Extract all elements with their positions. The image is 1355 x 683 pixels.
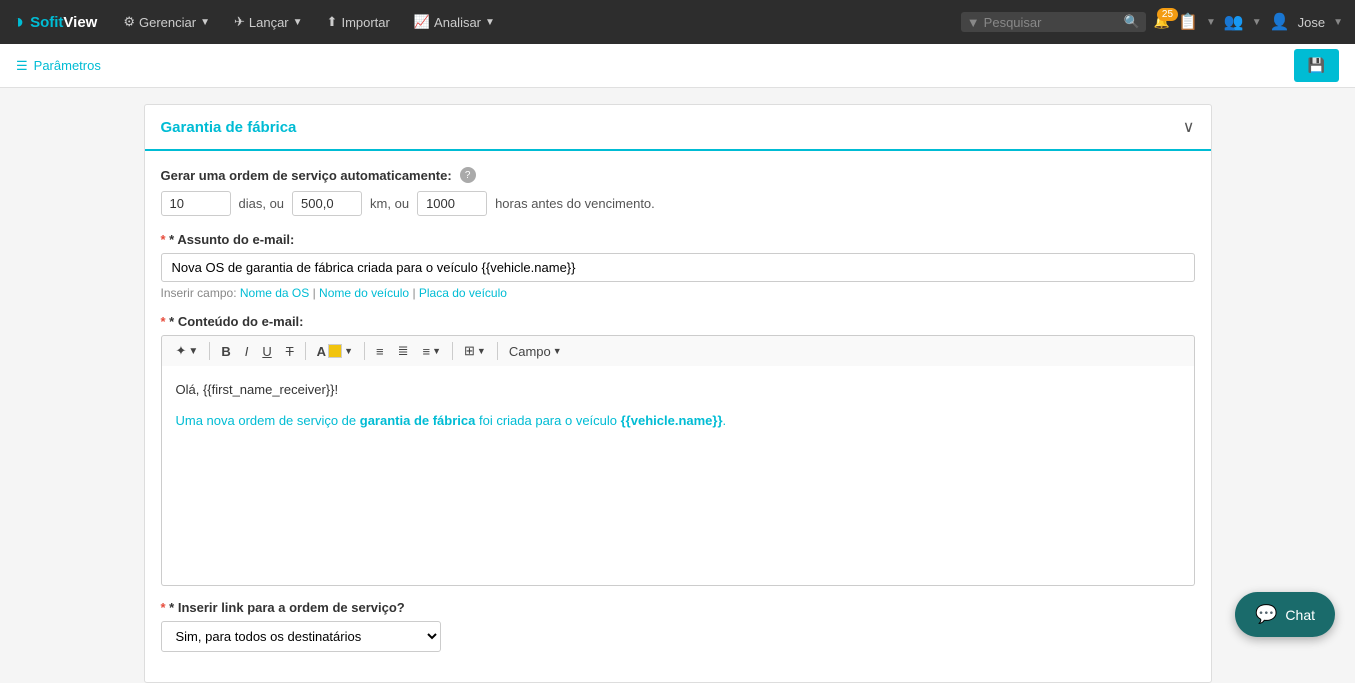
insert-link-group: * * Inserir link para a ordem de serviço… <box>161 600 1195 652</box>
garantia-section: Garantia de fábrica ∨ Gerar uma ordem de… <box>144 104 1212 683</box>
filter-icon: ☰ <box>16 58 28 74</box>
toolbar-list-ol[interactable]: ≣ <box>392 340 415 362</box>
user-icon: 👤 <box>1270 12 1290 32</box>
toolbar-divider5 <box>497 342 498 360</box>
params-label: Parâmetros <box>34 58 101 73</box>
main-content: Garantia de fábrica ∨ Gerar uma ordem de… <box>128 104 1228 683</box>
campo-arrow: ▼ <box>553 346 562 356</box>
save-icon: 💾 <box>1308 57 1325 73</box>
search-dropdown-icon[interactable]: ▼ <box>967 15 980 30</box>
brand-view: View <box>63 14 97 31</box>
email-content-group: * * Conteúdo do e-mail: ✦ ▼ B I U T A ▼ <box>161 314 1195 586</box>
hours-unit: horas antes do vencimento. <box>495 196 655 211</box>
users-dropdown-icon[interactable]: ▼ <box>1252 17 1262 28</box>
editor-line1: Olá, {{first_name_receiver}}! <box>176 380 1180 401</box>
auto-order-label: Gerar uma ordem de serviço automaticamen… <box>161 168 452 183</box>
req-star: * <box>161 232 170 247</box>
toolbar-divider2 <box>305 342 306 360</box>
toolbar-eraser[interactable]: ✦ ▼ <box>170 340 205 362</box>
user-name[interactable]: Jose <box>1298 15 1325 30</box>
km-unit: km, ou <box>370 196 409 211</box>
email-subject-label: * * Assunto do e-mail: <box>161 232 1195 247</box>
chat-button[interactable]: 💬 Chat <box>1235 592 1335 637</box>
document-dropdown-icon[interactable]: ▼ <box>1206 17 1216 28</box>
toolbar-align[interactable]: ≡ ▼ <box>416 341 447 362</box>
editor-line2: Uma nova ordem de serviço de garantia de… <box>176 411 1180 432</box>
document-icon[interactable]: 📋 <box>1178 12 1198 32</box>
notification-count: 25 <box>1157 8 1178 21</box>
chat-label: Chat <box>1285 607 1315 623</box>
color-swatch <box>328 344 342 358</box>
req-star3: * <box>161 600 170 615</box>
field-nome-os[interactable]: Nome da OS <box>240 286 309 300</box>
user-dropdown-icon[interactable]: ▼ <box>1333 17 1343 28</box>
nav-item-gerenciar[interactable]: ⚙ Gerenciar ▼ <box>113 8 220 36</box>
auto-order-inputs: dias, ou km, ou horas antes do venciment… <box>161 191 1195 216</box>
insert-field-row: Inserir campo: Nome da OS | Nome do veíc… <box>161 286 1195 300</box>
toolbar-color[interactable]: A ▼ <box>311 341 359 362</box>
insert-link-select[interactable]: Sim, para todos os destinatários Não Ape… <box>161 621 441 652</box>
save-button[interactable]: 💾 <box>1294 49 1339 82</box>
notification-bell[interactable]: 🔔 25 <box>1154 14 1170 30</box>
help-icon[interactable]: ? <box>460 167 476 183</box>
insert-link-label: * * Inserir link para a ordem de serviço… <box>161 600 1195 615</box>
section-body: Gerar uma ordem de serviço automaticamen… <box>145 151 1211 682</box>
km-input[interactable] <box>292 191 362 216</box>
brand-icon: ◑ <box>12 11 24 34</box>
days-input[interactable] <box>161 191 231 216</box>
brand-sofit: Sofit <box>30 14 63 31</box>
field-placa-veiculo[interactable]: Placa do veículo <box>419 286 507 300</box>
nav-item-importar[interactable]: ⬆ Importar <box>317 8 400 36</box>
gear-icon: ⚙ <box>123 14 135 30</box>
users-icon[interactable]: 👥 <box>1224 12 1244 32</box>
toolbar-campo[interactable]: Campo ▼ <box>503 341 568 362</box>
search-wrapper: ▼ 🔍 <box>961 12 1146 32</box>
nav-item-lancar[interactable]: ✈ Lançar ▼ <box>224 8 313 36</box>
email-subject-input[interactable] <box>161 253 1195 282</box>
toolbar-list-ul[interactable]: ≡ <box>370 341 390 362</box>
color-arrow: ▼ <box>344 346 353 356</box>
sub-navbar: ☰ Parâmetros 💾 <box>0 44 1355 88</box>
hours-input[interactable] <box>417 191 487 216</box>
toolbar-underline[interactable]: U <box>256 341 277 362</box>
toolbar-italic[interactable]: I <box>239 341 255 362</box>
toolbar-bold[interactable]: B <box>215 341 236 362</box>
search-input[interactable] <box>984 15 1124 30</box>
section-header[interactable]: Garantia de fábrica ∨ <box>145 105 1211 151</box>
chart-icon: 📈 <box>414 14 430 30</box>
email-subject-group: * * Assunto do e-mail: Inserir campo: No… <box>161 232 1195 300</box>
params-link[interactable]: ☰ Parâmetros <box>16 58 101 74</box>
section-title: Garantia de fábrica <box>161 119 297 136</box>
days-unit: dias, ou <box>239 196 285 211</box>
req-star2: * <box>161 314 170 329</box>
import-icon: ⬆ <box>327 14 338 30</box>
email-content-label: * * Conteúdo do e-mail: <box>161 314 1195 329</box>
toolbar-divider1 <box>209 342 210 360</box>
chevron-down-icon: ▼ <box>293 17 303 28</box>
toolbar-divider4 <box>452 342 453 360</box>
field-nome-veiculo[interactable]: Nome do veículo <box>319 286 409 300</box>
chat-bubble-icon: 💬 <box>1255 604 1277 625</box>
toolbar-table[interactable]: ⊞ ▼ <box>458 340 492 362</box>
color-a: A <box>317 344 326 359</box>
toolbar-strikethrough[interactable]: T <box>280 341 300 362</box>
chevron-down-icon: ▼ <box>485 17 495 28</box>
search-icon[interactable]: 🔍 <box>1124 14 1140 30</box>
editor-body[interactable]: Olá, {{first_name_receiver}}! Uma nova o… <box>161 366 1195 586</box>
launch-icon: ✈ <box>234 14 245 30</box>
brand-logo[interactable]: ◑ Sofit View <box>12 11 97 34</box>
toolbar-divider3 <box>364 342 365 360</box>
chevron-up-icon: ∨ <box>1183 117 1195 137</box>
navbar-right: ▼ 🔍 🔔 25 📋 ▼ 👥 ▼ 👤 Jose ▼ <box>961 12 1343 32</box>
editor-toolbar: ✦ ▼ B I U T A ▼ ≡ ≣ ≡ ▼ <box>161 335 1195 366</box>
chevron-down-icon: ▼ <box>200 17 210 28</box>
top-navbar: ◑ Sofit View ⚙ Gerenciar ▼ ✈ Lançar ▼ ⬆ … <box>0 0 1355 44</box>
nav-item-analisar[interactable]: 📈 Analisar ▼ <box>404 8 505 36</box>
auto-order-row: Gerar uma ordem de serviço automaticamen… <box>161 167 1195 183</box>
